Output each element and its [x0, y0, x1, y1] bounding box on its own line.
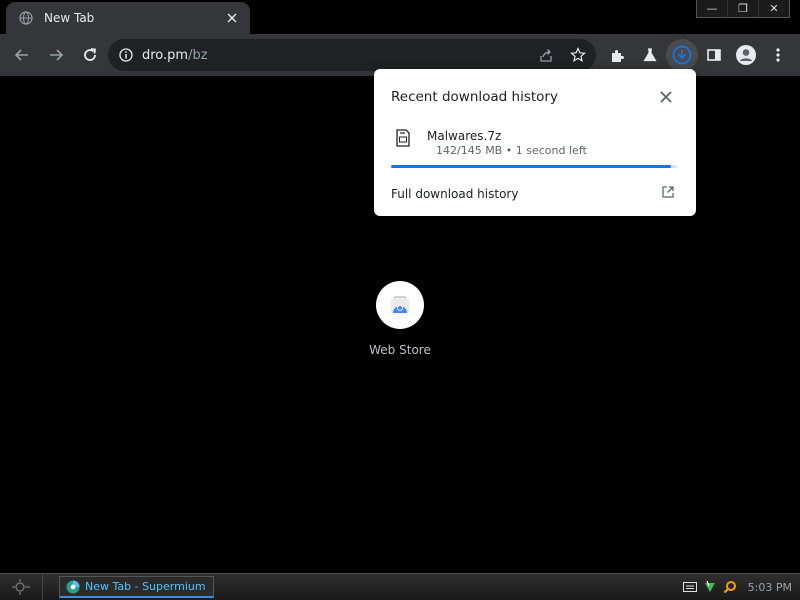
tab-title: New Tab	[44, 11, 95, 25]
more-menu-icon[interactable]	[762, 39, 794, 71]
bookmark-star-icon[interactable]	[566, 43, 590, 67]
shortcut-tile	[376, 281, 424, 329]
window-controls: — ❐ ✕	[696, 0, 790, 18]
start-button[interactable]	[0, 574, 43, 600]
shortcut-label: Web Store	[369, 343, 431, 357]
taskbar-item-browser[interactable]: New Tab - Supermium	[59, 576, 214, 598]
arrow-right-icon	[50, 49, 64, 61]
url-path: /bz	[188, 47, 208, 63]
web-store-icon	[391, 296, 409, 313]
taskbar-clock: 5:03 PM	[747, 580, 792, 594]
downloads-button[interactable]	[666, 39, 698, 71]
download-item[interactable]: Malwares.7z 142/145 MB • 1 second left	[374, 123, 696, 163]
search-icon[interactable]	[722, 579, 738, 595]
url-host: dro.pm	[142, 47, 189, 63]
download-file-name: Malwares.7z	[427, 129, 502, 143]
reload-button[interactable]	[74, 39, 106, 71]
extensions-icon[interactable]	[602, 39, 634, 71]
supermium-icon	[66, 580, 80, 593]
taskbar: New Tab - Supermium 5:03 PM	[0, 573, 800, 600]
minimize-button[interactable]: —	[697, 0, 727, 17]
tab-close-icon[interactable]	[224, 10, 240, 26]
address-bar[interactable]: dro.pm/bz	[108, 39, 596, 71]
globe-icon	[18, 10, 34, 26]
back-button[interactable]	[6, 39, 38, 71]
open-external-icon[interactable]	[661, 185, 675, 199]
close-window-button[interactable]: ✕	[758, 0, 789, 17]
url-text[interactable]: dro.pm/bz	[142, 48, 208, 63]
labs-flask-icon[interactable]	[634, 39, 666, 71]
start-orb-icon	[12, 579, 30, 595]
system-tray: 5:03 PM	[678, 574, 796, 600]
reload-icon	[84, 48, 97, 61]
share-icon[interactable]	[534, 43, 558, 67]
profile-avatar-icon[interactable]	[730, 39, 762, 71]
download-status: 142/145 MB • 1 second left	[436, 144, 587, 157]
side-panel-icon[interactable]	[698, 39, 730, 71]
arrow-left-icon	[14, 49, 28, 61]
taskbar-item-label: New Tab - Supermium	[85, 580, 206, 593]
full-download-history-link[interactable]: Full download history	[391, 187, 518, 201]
bubble-title: Recent download history	[391, 89, 558, 105]
download-progress-icon	[672, 45, 692, 65]
shortcut-web-store[interactable]: Web Store	[360, 281, 440, 357]
tab-new-tab[interactable]: New Tab	[6, 2, 250, 34]
keyboard-icon[interactable]	[682, 579, 698, 595]
toolbar-actions	[602, 39, 794, 71]
info-icon[interactable]	[118, 47, 134, 63]
forward-button[interactable]	[40, 39, 72, 71]
restore-button[interactable]: ❐	[727, 0, 758, 17]
archive-file-icon	[396, 129, 410, 147]
network-icon[interactable]	[702, 579, 718, 595]
tab-strip: New Tab — ❐ ✕	[0, 0, 800, 34]
download-progress-bar	[391, 165, 677, 168]
download-bubble: Recent download history Malwares.7z 142/…	[374, 69, 696, 216]
close-icon[interactable]	[658, 89, 674, 105]
download-progress-fill	[391, 165, 672, 168]
